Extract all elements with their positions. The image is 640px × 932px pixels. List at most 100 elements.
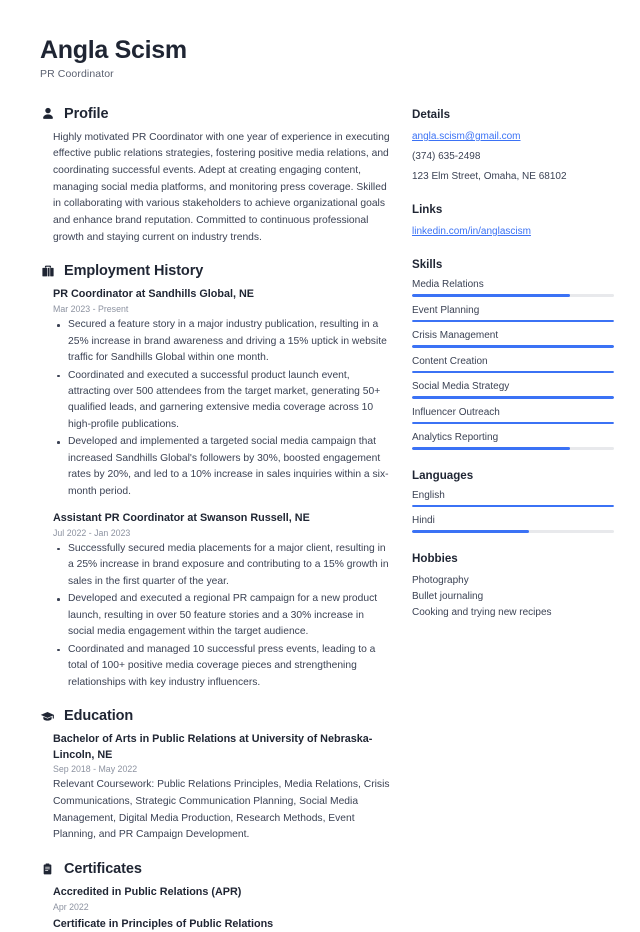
certificates-section-title: Certificates [64, 861, 142, 878]
employment-entry-title: Assistant PR Coordinator at Swanson Russ… [53, 512, 310, 525]
certificate-entry-date: Apr 2022 [53, 901, 89, 912]
skill-label: Analytics Reporting [412, 432, 499, 443]
employment-entry-title: PR Coordinator at Sandhills Global, NE [53, 288, 254, 301]
skill-bar-fill [412, 345, 614, 348]
language-bar-fill [412, 504, 614, 507]
resume-header: Angla Scism PR Coordinator [40, 36, 390, 80]
skill-label: Social Media Strategy [412, 381, 510, 392]
bullet-item: Secured a feature story in a major indus… [53, 317, 390, 366]
hobby-item: Cooking and trying new recipes [412, 606, 552, 618]
language-item: English [412, 489, 614, 507]
language-label: English [412, 489, 445, 501]
languages-section: Languages English Hindi [412, 469, 614, 533]
education-entry: Bachelor of Arts in Public Relations at … [53, 732, 390, 844]
education-entry-title: Bachelor of Arts in Public Relations at … [53, 733, 373, 761]
candidate-job-title: PR Coordinator [40, 67, 114, 80]
skill-item: Social Media Strategy [412, 381, 614, 399]
certificates-section: Certificates Accredited in Public Relati… [40, 861, 390, 932]
details-section: Details angla.scism@gmail.com (374) 635-… [412, 108, 614, 184]
bullet-item: Developed and implemented a targeted soc… [53, 434, 390, 500]
employment-entry-bullets: Secured a feature story in a major indus… [53, 317, 390, 500]
skill-bar-fill [412, 294, 570, 297]
bullet-item: Developed and executed a regional PR cam… [53, 591, 390, 640]
language-item: Hindi [412, 515, 614, 533]
education-section: Education Bachelor of Arts in Public Rel… [40, 708, 390, 844]
details-section-title: Details [412, 108, 451, 121]
skill-label: Influencer Outreach [412, 406, 500, 418]
hobby-item: Bullet journaling [412, 590, 484, 602]
education-section-title: Education [64, 708, 134, 725]
bullet-item: Coordinated and managed 10 successful pr… [53, 642, 390, 691]
skill-bar [412, 396, 614, 399]
education-entry-date: Sep 2018 - May 2022 [53, 764, 138, 775]
employment-entry: Assistant PR Coordinator at Swanson Russ… [53, 511, 390, 691]
skill-item: Content Creation [412, 355, 614, 373]
links-section-title: Links [412, 203, 443, 216]
skill-item: Media Relations [412, 279, 614, 297]
skills-section-title: Skills [412, 258, 443, 271]
employment-entry: PR Coordinator at Sandhills Global, NE M… [53, 287, 390, 500]
address-text: 123 Elm Street, Omaha, NE 68102 [412, 171, 567, 182]
employment-section-title: Employment History [64, 263, 204, 280]
clipboard-icon [40, 862, 55, 877]
certificate-entry: Certificate in Principles of Public Rela… [53, 917, 390, 932]
employment-entry-bullets: Successfully secured media placements fo… [53, 541, 390, 691]
certificate-entry-title: Certificate in Principles of Public Rela… [53, 917, 274, 930]
skill-bar-fill [412, 421, 614, 424]
hobby-item: Photography [412, 574, 469, 586]
skill-label: Crisis Management [412, 330, 499, 341]
employment-entry-date: Jul 2022 - Jan 2023 [53, 527, 131, 538]
skill-bar [412, 421, 614, 424]
skill-bar [412, 447, 614, 450]
certificates-section-body: Accredited in Public Relations (APR) Apr… [40, 885, 390, 932]
skill-bar-fill [412, 319, 614, 322]
profile-section-header: Profile [40, 106, 390, 122]
skill-bar [412, 294, 614, 297]
profile-section: Profile Highly motivated PR Coordinator … [40, 106, 390, 247]
education-entry-description: Relevant Coursework: Public Relations Pr… [53, 779, 390, 841]
skill-item: Analytics Reporting [412, 432, 614, 450]
language-bar-fill [412, 530, 530, 533]
language-bar [412, 504, 614, 507]
skill-label: Content Creation [412, 355, 488, 367]
education-section-header: Education [40, 708, 390, 724]
phone-text: (374) 635-2498 [412, 151, 481, 162]
education-section-body: Bachelor of Arts in Public Relations at … [40, 732, 390, 844]
certificate-entry-title: Accredited in Public Relations (APR) [53, 886, 242, 899]
skill-item: Influencer Outreach [412, 406, 614, 424]
profile-text: Highly motivated PR Coordinator with one… [53, 131, 390, 243]
skill-item: Crisis Management [412, 330, 614, 348]
skill-label: Event Planning [412, 304, 480, 316]
hobbies-section-title: Hobbies [412, 551, 458, 565]
languages-list: English Hindi [412, 490, 614, 533]
briefcase-icon [40, 264, 55, 279]
linkedin-link[interactable]: linkedin.com/in/anglascism [412, 224, 614, 239]
skill-bar [412, 370, 614, 373]
skills-list: Media Relations Event Planning Crisis Mana… [412, 279, 614, 450]
skill-item: Event Planning [412, 304, 614, 322]
skill-bar-fill [412, 447, 570, 450]
employment-section-body: PR Coordinator at Sandhills Global, NE M… [40, 287, 390, 691]
profile-section-title: Profile [64, 105, 109, 122]
links-section: Links linkedin.com/in/anglascism [412, 203, 614, 239]
email-link[interactable]: angla.scism@gmail.com [412, 129, 614, 144]
candidate-name: Angla Scism [40, 36, 187, 64]
certificate-entry: Accredited in Public Relations (APR) Apr… [53, 885, 390, 912]
bullet-item: Successfully secured media placements fo… [53, 541, 390, 590]
resume-page: Angla Scism PR Coordinator Profile Highl… [0, 0, 640, 930]
sidebar-column: Details angla.scism@gmail.com (374) 635-… [412, 36, 614, 905]
hobbies-section: Hobbies Photography Bullet journaling Cook… [412, 552, 614, 622]
employment-section: Employment History PR Coordinator at San… [40, 263, 390, 691]
skills-section: Skills Media Relations Event Planning Cris… [412, 258, 614, 450]
skill-label: Media Relations [412, 279, 484, 290]
main-column: Angla Scism PR Coordinator Profile Highl… [40, 36, 412, 930]
languages-section-title: Languages [412, 468, 474, 482]
employment-entry-date: Mar 2023 - Present [53, 304, 129, 315]
profile-section-body: Highly motivated PR Coordinator with one… [40, 130, 390, 247]
employment-section-header: Employment History [40, 263, 390, 279]
bullet-item: Coordinated and executed a successful pr… [53, 368, 390, 434]
skill-bar [412, 345, 614, 348]
user-icon [40, 106, 55, 121]
language-label: Hindi [412, 515, 435, 526]
hobbies-list: Photography Bullet journaling Cooking and … [412, 573, 614, 622]
